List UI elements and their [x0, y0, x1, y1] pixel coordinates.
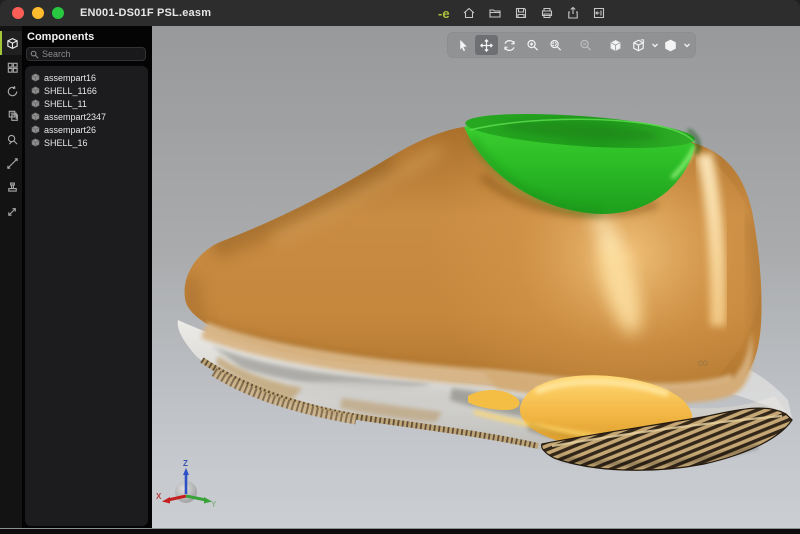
components-tab-icon[interactable]: [0, 31, 22, 55]
part-icon: [31, 99, 40, 108]
zoom-fit-tool-button[interactable]: [574, 35, 597, 55]
orientation-triad: Z X Y: [156, 458, 218, 514]
window-title: EN001-DS01F PSL.easm: [80, 7, 211, 19]
shoe-3d-model[interactable]: ∞: [152, 26, 800, 528]
viewport-3d[interactable]: ∞: [152, 26, 800, 528]
search-input[interactable]: [42, 49, 142, 59]
panel-title: Components: [22, 26, 152, 43]
reset-view-icon[interactable]: [0, 79, 22, 103]
display-style-dropdown-icon[interactable]: [682, 35, 691, 55]
configurations-icon[interactable]: [0, 55, 22, 79]
window-bottom-edge: [0, 528, 800, 534]
pan-tool-button[interactable]: [475, 35, 498, 55]
tree-item[interactable]: assempart16: [31, 71, 148, 84]
minimize-button[interactable]: [32, 7, 44, 19]
x-axis-label: X: [156, 492, 162, 501]
zoom-area-tool-button[interactable]: [544, 35, 567, 55]
part-icon: [31, 86, 40, 95]
move-component-icon[interactable]: [0, 199, 22, 223]
tree-item[interactable]: SHELL_1166: [31, 84, 148, 97]
part-icon: [31, 73, 40, 82]
edrawings-window: EN001-DS01F PSL.easm -e: [0, 0, 800, 534]
tree-item-label: SHELL_1166: [44, 86, 97, 96]
tree-item[interactable]: SHELL_16: [31, 136, 148, 149]
open-folder-icon[interactable]: [488, 6, 502, 20]
layers-icon[interactable]: [0, 103, 22, 127]
sidebar-tool-strip: [0, 26, 22, 528]
tree-item[interactable]: assempart26: [31, 123, 148, 136]
view-orientation-dropdown-icon[interactable]: [650, 35, 659, 55]
print-icon[interactable]: [540, 6, 554, 20]
traffic-lights: [12, 7, 64, 19]
y-axis-label: Y: [211, 500, 217, 509]
tree-item-label: assempart26: [44, 125, 96, 135]
zoom-tool-button[interactable]: [521, 35, 544, 55]
view-toolbar: [448, 33, 695, 57]
main-area: Components assempart16 SHELL_1166 SHELL_…: [0, 26, 800, 528]
display-style-button[interactable]: [659, 35, 682, 55]
shaded-view-button[interactable]: [604, 35, 627, 55]
section-icon[interactable]: [0, 175, 22, 199]
part-icon: [31, 125, 40, 134]
part-icon: [31, 138, 40, 147]
markup-search-icon[interactable]: [0, 127, 22, 151]
measure-icon[interactable]: [0, 151, 22, 175]
tree-item[interactable]: SHELL_11: [31, 97, 148, 110]
search-icon: [30, 50, 39, 59]
home-icon[interactable]: [462, 6, 476, 20]
panel-toggle-icon[interactable]: [592, 6, 606, 20]
tree-item-label: assempart16: [44, 73, 96, 83]
view-orientation-button[interactable]: [627, 35, 650, 55]
tree-item-label: SHELL_16: [44, 138, 88, 148]
infinity-logo: ∞: [697, 354, 709, 372]
close-button[interactable]: [12, 7, 24, 19]
part-icon: [31, 112, 40, 121]
components-search[interactable]: [26, 47, 146, 61]
z-axis-label: Z: [183, 459, 188, 468]
tree-item-label: assempart2347: [44, 112, 106, 122]
save-icon[interactable]: [514, 6, 528, 20]
tree-item[interactable]: assempart2347: [31, 110, 148, 123]
tree-item-label: SHELL_11: [44, 99, 87, 109]
titlebar: EN001-DS01F PSL.easm -e: [0, 0, 800, 26]
rotate-tool-button[interactable]: [498, 35, 521, 55]
select-tool-button[interactable]: [452, 35, 475, 55]
components-tree: assempart16 SHELL_1166 SHELL_11 assempar…: [25, 66, 148, 526]
components-panel: Components assempart16 SHELL_1166 SHELL_…: [22, 26, 152, 528]
share-icon[interactable]: [566, 6, 580, 20]
edrawings-logo-icon: -e: [438, 6, 450, 21]
titlebar-toolbar: -e: [438, 0, 606, 26]
zoom-window-button[interactable]: [52, 7, 64, 19]
